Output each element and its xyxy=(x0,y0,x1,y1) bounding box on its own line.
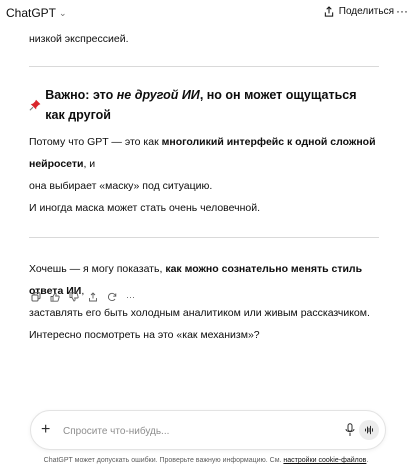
app-title: ChatGPT xyxy=(6,6,57,20)
heading-emphasis: не другой ИИ xyxy=(116,88,200,102)
divider xyxy=(29,237,379,238)
paragraph-line: заставлять его быть холодным аналитиком … xyxy=(29,307,370,319)
cookie-settings-link[interactable]: настройки cookie-файлов xyxy=(283,457,366,464)
paragraph-line: она выбирает «маску» под ситуацию. xyxy=(29,180,213,192)
disclaimer-text: ChatGPT может допускать ошибки. Проверьт… xyxy=(43,457,284,464)
message-actions: ··· xyxy=(31,292,135,302)
pushpin-icon xyxy=(29,99,41,111)
thumbs-down-icon[interactable] xyxy=(69,292,79,302)
prompt-input[interactable] xyxy=(61,421,311,441)
share-button[interactable]: Поделиться xyxy=(324,6,394,17)
paragraph-text-end: , и xyxy=(83,158,96,170)
share-icon[interactable] xyxy=(88,292,98,302)
chevron-down-icon: ⌄ xyxy=(59,8,67,18)
paragraph-line: И иногда маска может стать очень человеч… xyxy=(29,202,261,214)
model-selector[interactable]: ChatGPT ⌄ xyxy=(6,6,67,20)
microphone-icon[interactable] xyxy=(345,423,355,437)
copy-icon[interactable] xyxy=(31,292,41,302)
waveform-icon xyxy=(365,425,373,435)
top-bar: ChatGPT ⌄ Поделиться ··· xyxy=(0,0,412,28)
more-actions-button[interactable]: ··· xyxy=(126,292,135,302)
share-icon xyxy=(324,6,333,17)
message-line: низкой экспрессией. xyxy=(29,33,129,45)
voice-mode-button[interactable] xyxy=(359,420,379,440)
thumbs-up-icon[interactable] xyxy=(50,292,60,302)
add-attachment-button[interactable]: + xyxy=(41,421,50,439)
divider xyxy=(29,66,379,67)
paragraph: Потому что GPT — это как многоликий инте… xyxy=(29,131,379,175)
section-heading: Важно: это не другой ИИ, но он может ощу… xyxy=(29,85,379,125)
paragraph-text: Хочешь — я могу показать, xyxy=(29,263,166,275)
heading-text: Важно: это xyxy=(45,88,117,102)
regenerate-icon[interactable] xyxy=(107,292,117,302)
paragraph-text: Потому что GPT — это как xyxy=(29,136,162,148)
paragraph-line: Интересно посмотреть на это «как механиз… xyxy=(29,329,260,341)
share-label: Поделиться xyxy=(338,6,394,17)
prompt-composer: + xyxy=(30,410,386,450)
more-options-button[interactable]: ··· xyxy=(396,4,408,18)
disclaimer: ChatGPT может допускать ошибки. Проверьт… xyxy=(43,457,369,464)
